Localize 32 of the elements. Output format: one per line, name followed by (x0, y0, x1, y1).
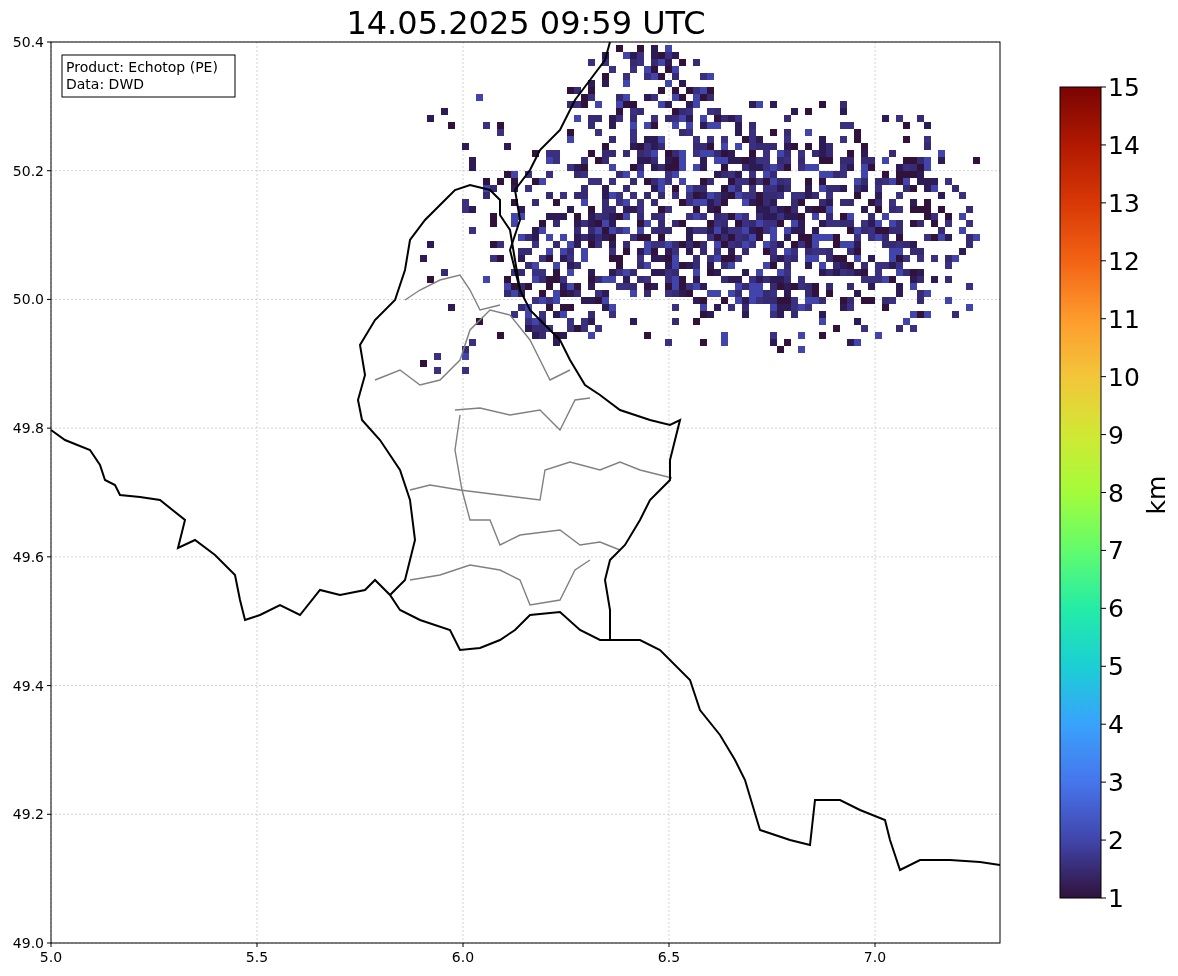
colorbar-tick-label: 8 (1108, 478, 1124, 508)
colorbar-tick-label: 5 (1108, 652, 1124, 682)
colorbar-tick-label: 3 (1108, 768, 1124, 798)
colorbar-tick-label: 15 (1108, 73, 1140, 102)
info-text: Data: DWD (66, 76, 144, 92)
plot-title: 14.05.2025 09:59 UTC (346, 4, 706, 42)
colorbar-tick-label: 12 (1108, 246, 1140, 276)
colorbar-tick-label: 1 (1108, 884, 1124, 913)
colorbar-tick-label: 2 (1108, 826, 1124, 856)
colorbar-tick-label: 10 (1108, 362, 1140, 392)
colorbar-tick-label: 11 (1108, 304, 1140, 334)
y-tick-label: 49.8 (12, 420, 44, 437)
colorbar-tick-label: 6 (1108, 594, 1124, 624)
y-tick-label: 49.4 (12, 677, 44, 694)
colorbar-label: km (1142, 475, 1171, 515)
y-tick-label: 49.6 (12, 548, 44, 565)
y-tick-label: 49.2 (12, 806, 44, 823)
colorbar-tick-label: 14 (1108, 130, 1140, 160)
y-tick-label: 50.0 (12, 291, 44, 308)
x-tick-label: 7.0 (863, 949, 887, 965)
colorbar-tick-label: 9 (1108, 420, 1124, 450)
x-tick-label: 5.5 (245, 949, 269, 965)
info-text: Product: Echotop (PE) (66, 59, 218, 75)
colorbar-tick-label: 7 (1108, 536, 1124, 566)
colorbar-tick-label: 4 (1108, 710, 1124, 740)
y-tick-label: 50.2 (12, 162, 44, 179)
x-tick-label: 6.0 (451, 949, 475, 965)
x-tick-label: 5.0 (39, 949, 63, 965)
y-tick-label: 50.4 (12, 34, 44, 50)
colorbar-tick-label: 13 (1108, 188, 1140, 218)
x-tick-label: 6.5 (657, 949, 681, 965)
y-tick-label: 49.0 (12, 935, 44, 951)
